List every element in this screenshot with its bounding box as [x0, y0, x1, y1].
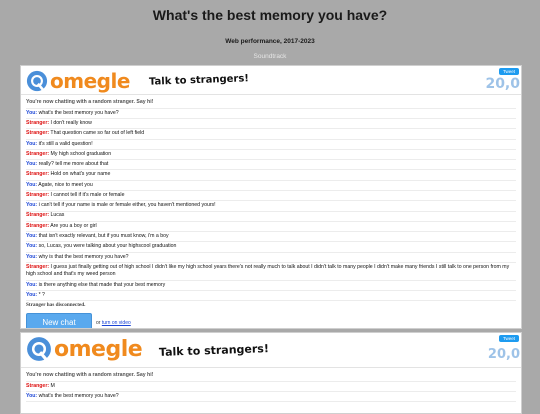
tagline: Talk to strangers! — [148, 73, 250, 88]
you-label: You: — [26, 243, 38, 250]
message-text: Hold on what's your name — [50, 171, 111, 178]
message-text: * ? — [38, 291, 45, 298]
stranger-label: Stranger: — [26, 191, 50, 198]
omegle-logo-icon — [26, 70, 48, 92]
message-text: what's the best memory you have? — [38, 392, 119, 399]
page-header: What's the best memory you have? Web per… — [0, 0, 540, 60]
chat-message: Stranger: Lucas — [26, 212, 516, 220]
chat-message: You: Agate, nice to meet you — [26, 181, 516, 189]
message-text: so, Lucas, you were talking about your h… — [38, 243, 177, 250]
message-text: I cannot tell if it's male or female — [50, 191, 125, 198]
chat-message: You: that isn't exactly relevant, but if… — [26, 233, 516, 241]
chat-message: Stranger: I don't really know — [26, 120, 516, 128]
omegle-header: omegle Talk to strangers! Tweet 20,0 — [21, 66, 521, 95]
stranger-label: Stranger: — [26, 212, 50, 219]
message-text: Lucas — [50, 212, 65, 219]
you-label: You: — [26, 140, 38, 147]
stranger-label: Stranger: — [26, 382, 50, 389]
tagline: Talk to strangers! — [158, 342, 270, 359]
you-label: You: — [26, 161, 38, 168]
online-count: 20,0 — [485, 76, 520, 92]
turn-on-video-link[interactable]: turn on video — [102, 320, 131, 326]
chat-log: You're now chatting with a random strang… — [21, 95, 521, 328]
you-label: You: — [26, 291, 38, 298]
stranger-label: Stranger: — [26, 263, 50, 270]
chat-message: You: why is that the best memory you hav… — [26, 253, 516, 261]
chat-message: Stranger: My high school graduation — [26, 150, 516, 158]
stranger-label: Stranger: — [26, 222, 50, 229]
message-text: is there anything else that made that yo… — [38, 281, 166, 288]
message-text: M — [50, 382, 55, 389]
message-text: That question came so far out of left fi… — [50, 130, 145, 137]
stranger-label: Stranger: — [26, 130, 50, 137]
message-text: Agate, nice to meet you — [38, 181, 93, 188]
video-option: or turn on video — [96, 320, 131, 326]
online-count: 20,0 — [487, 347, 520, 362]
message-text: i can't tell if your name is male or fem… — [38, 202, 216, 209]
chat-message: Stranger: I guess just finally getting o… — [26, 264, 516, 280]
system-message: You're now chatting with a random strang… — [26, 99, 154, 106]
message-text: I guess just finally getting out of high… — [26, 263, 510, 278]
omegle-logo[interactable]: omegle — [26, 69, 130, 93]
message-text: My high school graduation — [50, 150, 112, 157]
message-text: that isn't exactly relevant, but if you … — [38, 233, 169, 240]
omegle-logo-text: omegle — [54, 336, 143, 362]
system-message: You're now chatting with a random strang… — [26, 372, 154, 379]
omegle-logo-icon — [27, 337, 51, 361]
chat-screenshot-2: omegle Talk to strangers! Tweet 20,0 You… — [20, 332, 522, 414]
message-text: it's still a valid question! — [38, 140, 93, 147]
chat-message: Stranger: Hold on what's your name — [26, 171, 516, 179]
you-label: You: — [26, 392, 38, 399]
chat-message: You: i can't tell if your name is male o… — [26, 202, 516, 210]
chat-message: You: really? tell me more about that — [26, 161, 516, 169]
message-text: I don't really know — [50, 119, 92, 126]
chat-screenshot-1: omegle Talk to strangers! Tweet 20,0 You… — [20, 65, 522, 329]
you-label: You: — [26, 253, 38, 260]
message-divider — [26, 401, 516, 403]
new-chat-button[interactable]: New chat — [26, 313, 92, 328]
soundtrack-link[interactable]: Soundtrack — [0, 53, 540, 60]
stranger-label: Stranger: — [26, 119, 50, 126]
tweet-button[interactable]: Tweet — [498, 68, 519, 75]
you-label: You: — [26, 202, 38, 209]
page-subtitle: Web performance, 2017-2023 — [225, 38, 315, 45]
chat-controls: New chat or turn on video — [26, 313, 516, 328]
you-label: You: — [26, 233, 38, 240]
chat-messages: Stranger: M You: what's the best memory y… — [26, 380, 516, 403]
message-text: Are you a boy or girl — [50, 222, 97, 229]
page-title: What's the best memory you have? — [152, 7, 388, 23]
tweet-button[interactable]: Tweet — [498, 335, 519, 342]
chat-message: Stranger: I cannot tell if it's male or … — [26, 192, 516, 200]
chat-message: Stranger: Are you a boy or girl — [26, 222, 516, 230]
stranger-label: Stranger: — [26, 150, 50, 157]
chat-log: You're now chatting with a random strang… — [21, 368, 521, 403]
or-label: or — [96, 319, 101, 326]
omegle-header: omegle Talk to strangers! Tweet 20,0 — [21, 333, 521, 368]
disconnect-message: Stranger has disconnected. — [26, 302, 86, 309]
message-text: what's the best memory you have? — [38, 109, 119, 116]
chat-message: You: what's the best memory you have? — [26, 109, 516, 117]
chat-message: Stranger: That question came so far out … — [26, 130, 516, 138]
chat-message: You: what's the best memory you have? — [26, 393, 516, 401]
chat-message: You: is there anything else that made th… — [26, 281, 516, 289]
you-label: You: — [26, 109, 38, 116]
you-label: You: — [26, 281, 38, 288]
omegle-logo-text: omegle — [50, 69, 130, 93]
chat-message: You: it's still a valid question! — [26, 140, 516, 148]
you-label: You: — [26, 181, 38, 188]
chat-message: You: * ? — [26, 292, 516, 300]
message-text: really? tell me more about that — [38, 161, 109, 168]
message-text: why is that the best memory you have? — [38, 253, 129, 260]
chat-message: Stranger: M — [26, 382, 516, 390]
stranger-label: Stranger: — [26, 171, 50, 178]
chat-message: You: so, Lucas, you were talking about y… — [26, 243, 516, 251]
chat-messages: You: what's the best memory you have? Str… — [26, 107, 516, 302]
omegle-logo[interactable]: omegle — [26, 336, 143, 362]
